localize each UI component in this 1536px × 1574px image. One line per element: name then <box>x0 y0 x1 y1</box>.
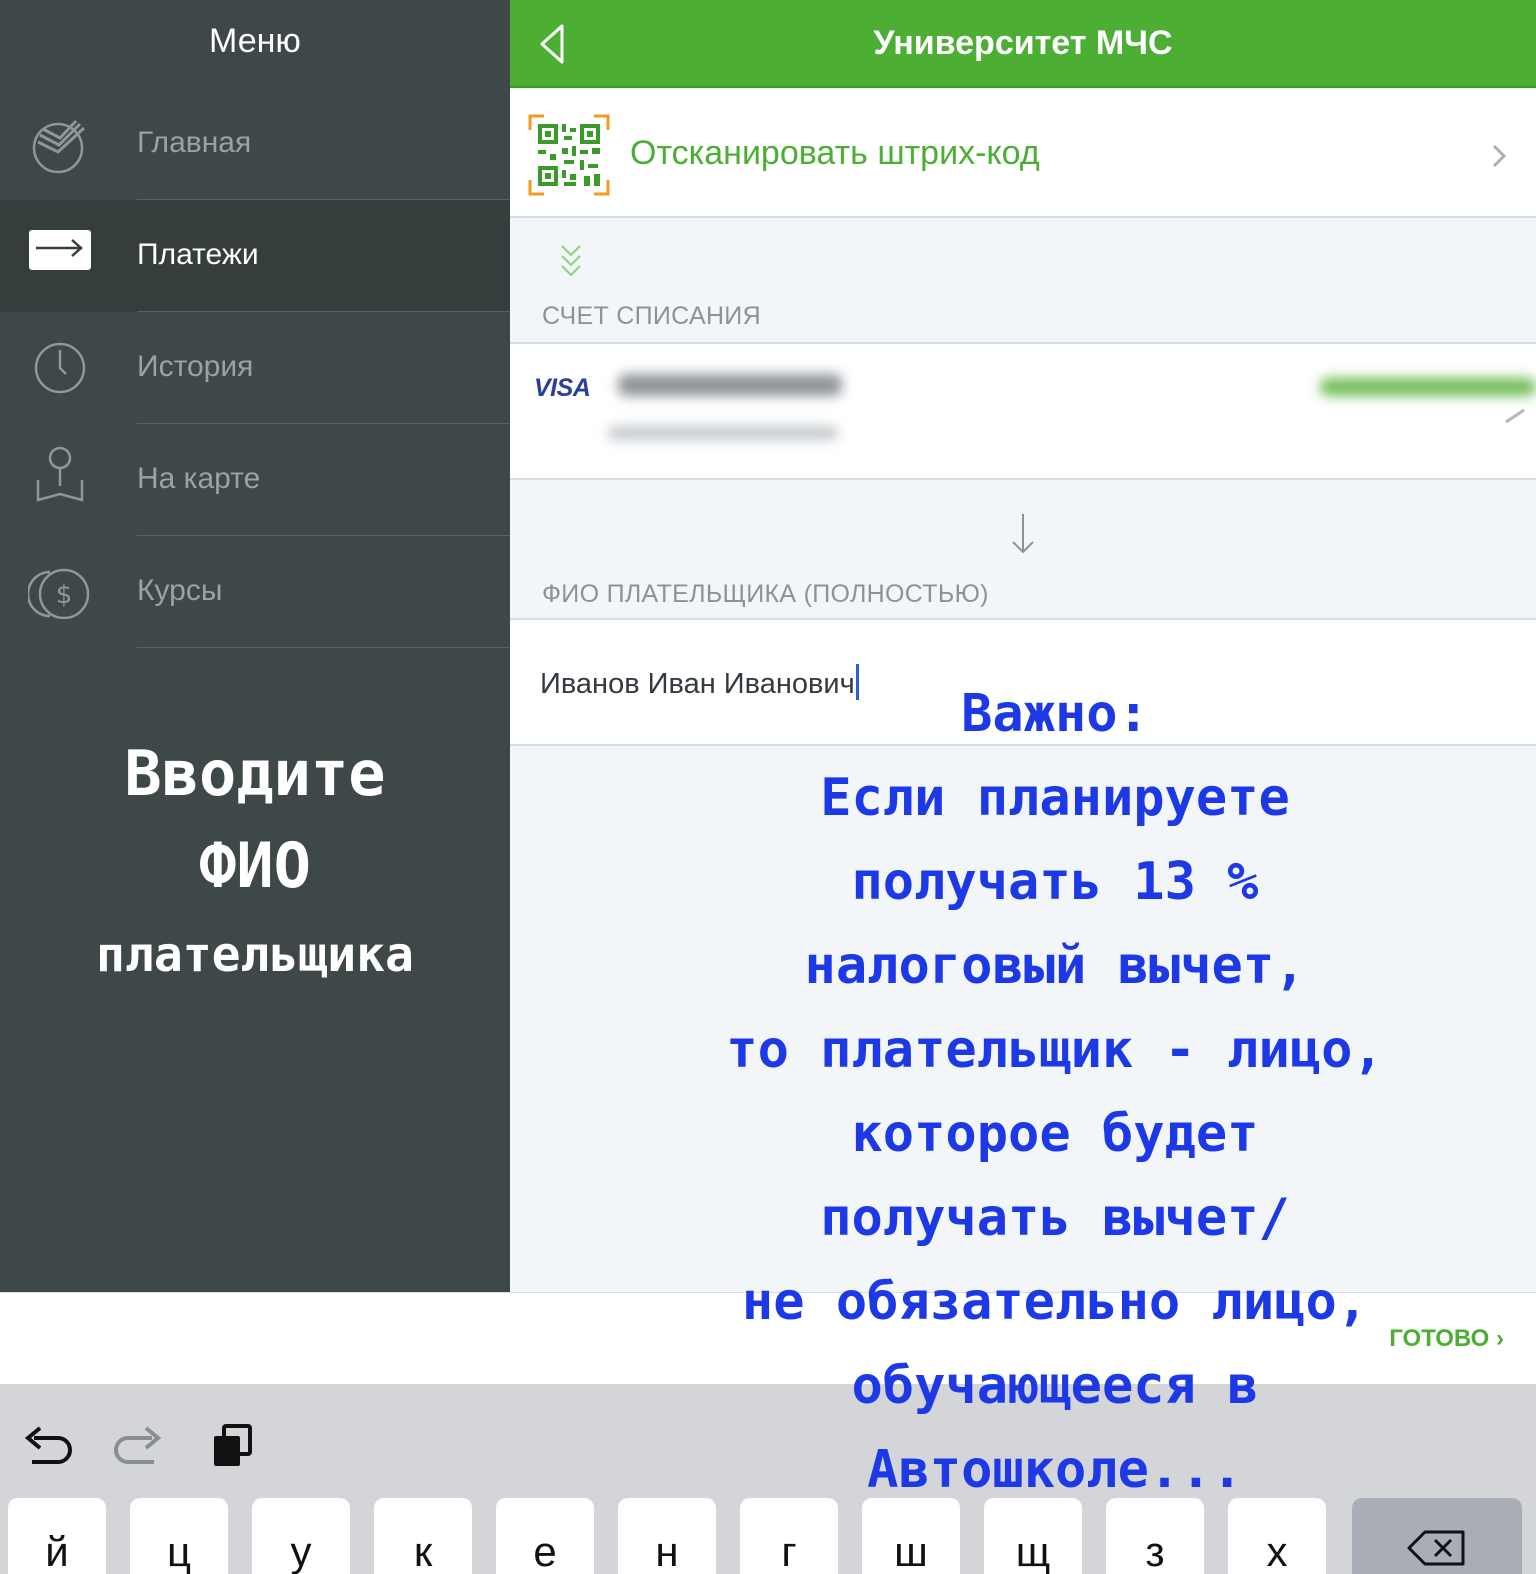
annotation-line: не обязательно лицо, <box>741 1272 1369 1332</box>
annotation-line: ФИО <box>199 829 311 902</box>
menu-title: Меню <box>209 22 301 60</box>
annotation-line: Автошколе... <box>867 1440 1243 1500</box>
key[interactable]: й <box>8 1498 106 1574</box>
sberbank-logo-icon <box>32 119 86 174</box>
qr-code-icon <box>528 114 610 196</box>
sidebar-menu: Меню Главная Платежи История На карте $ … <box>0 0 510 1292</box>
page-title: Университет МЧС <box>873 24 1173 62</box>
account-section-label: СЧЕТ СПИСАНИЯ <box>542 302 761 330</box>
annotation-line: Если планируете <box>820 768 1290 828</box>
redacted-card-number <box>608 426 838 440</box>
currency-icon: $ <box>28 568 90 620</box>
sidebar-item-rates[interactable]: $ Курсы <box>0 536 510 648</box>
map-pin-icon <box>36 446 84 502</box>
key[interactable]: у <box>252 1498 350 1574</box>
annotation-line: то плательщик - лицо, <box>726 1020 1384 1080</box>
payer-name-section-label: ФИО ПЛАТЕЛЬЩИКА (ПОЛНОСТЬЮ) <box>542 580 989 608</box>
paste-icon[interactable] <box>208 1424 258 1470</box>
key[interactable]: е <box>496 1498 594 1574</box>
clock-icon <box>34 342 86 394</box>
annotation-line: которое будет <box>851 1104 1259 1164</box>
sidebar-item-home[interactable]: Главная <box>0 88 510 200</box>
chevron-right-icon <box>1492 144 1507 168</box>
sidebar-item-label: История <box>137 350 254 383</box>
annotation-line: обучающееся в <box>851 1356 1259 1416</box>
visa-logo: VISA <box>534 374 591 402</box>
chevron-right-icon <box>1505 408 1525 424</box>
backspace-icon <box>1407 1530 1465 1566</box>
key[interactable]: к <box>374 1498 472 1574</box>
annotation-line: Важно: <box>961 684 1149 744</box>
arrow-down-icon <box>1012 514 1034 554</box>
key[interactable]: ц <box>130 1498 228 1574</box>
sidebar-item-label: Главная <box>137 126 252 159</box>
redacted-card-balance <box>1320 378 1536 396</box>
redacted-card-name <box>618 374 842 396</box>
payment-card-icon <box>29 230 91 270</box>
sidebar-item-label: Курсы <box>137 574 223 607</box>
annotation-line: Вводите <box>124 737 386 810</box>
sidebar-item-label: Платежи <box>137 238 259 271</box>
header-bar: Университет МЧС <box>510 0 1536 88</box>
svg-text:$: $ <box>56 580 73 610</box>
sidebar-item-payments[interactable]: Платежи <box>0 200 510 312</box>
annotation-line: получать 13 % <box>851 852 1259 912</box>
annotation-line: получать вычет/ <box>820 1188 1290 1248</box>
sidebar-item-map[interactable]: На карте <box>0 424 510 536</box>
scan-barcode-label: Отсканировать штрих-код <box>630 134 1040 172</box>
annotation-line: налоговый вычет, <box>804 936 1306 996</box>
sidebar-annotation: Вводите ФИО плательщика <box>0 728 510 998</box>
overlay-annotation: Важно: Если планируете получать 13 % нал… <box>640 672 1470 1512</box>
sidebar-item-label: На карте <box>137 462 261 495</box>
divider <box>137 647 510 648</box>
sidebar-item-history[interactable]: История <box>0 312 510 424</box>
account-selector[interactable]: VISA <box>510 342 1536 480</box>
scan-barcode-button[interactable]: Отсканировать штрих-код <box>510 90 1536 218</box>
redo-icon[interactable] <box>114 1424 164 1470</box>
annotation-line: плательщика <box>96 927 414 983</box>
undo-icon[interactable] <box>22 1424 72 1470</box>
double-chevron-down-icon[interactable] <box>556 240 586 282</box>
